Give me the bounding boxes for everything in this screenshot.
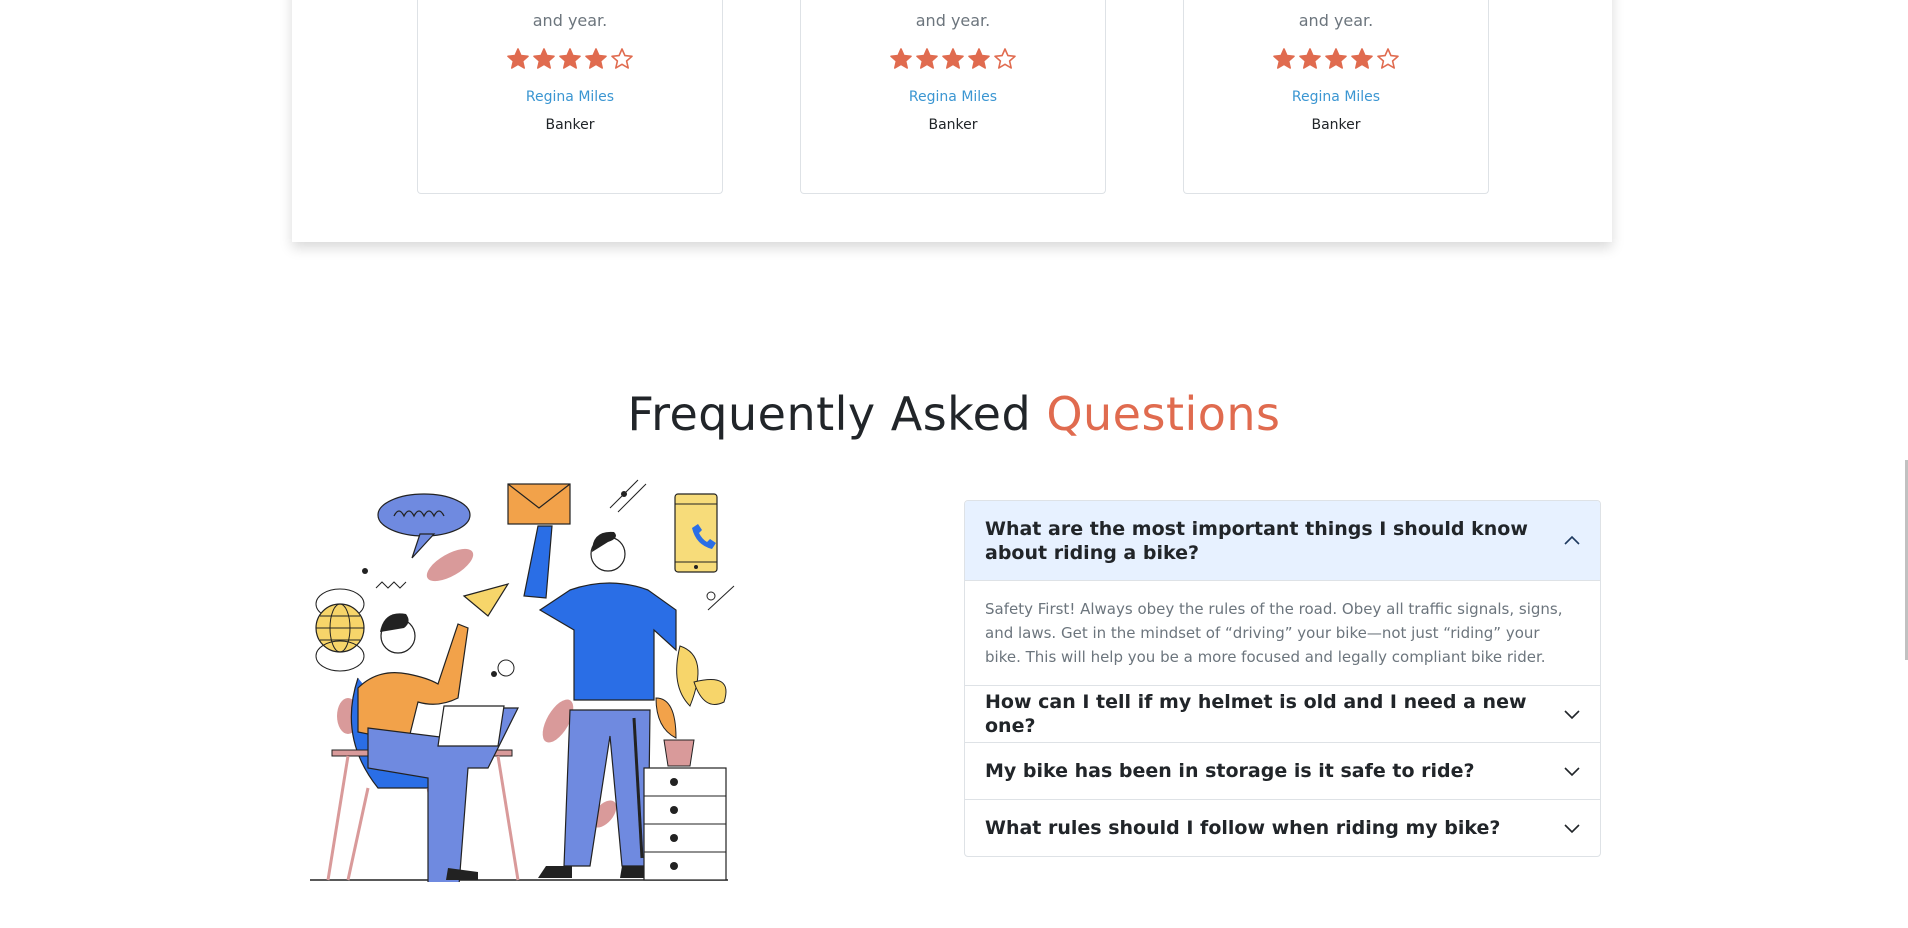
testimonial-author-role: Banker <box>1311 117 1361 133</box>
star-icon <box>1299 48 1321 69</box>
faq-question-text: What are the most important things I sho… <box>985 517 1528 564</box>
testimonial-text: and year. <box>1298 11 1374 30</box>
testimonial-text: and year. <box>915 11 991 30</box>
faq-heading: Frequently Asked Questions <box>0 384 1908 444</box>
star-icon <box>968 48 990 69</box>
faq-heading-accent: Questions <box>1046 387 1281 442</box>
star-icon <box>916 48 938 69</box>
faq-accordion: What are the most important things I sho… <box>964 500 1601 857</box>
testimonial-author-role: Banker <box>545 117 595 133</box>
testimonial-card: and year. Regina Miles Banker <box>800 0 1106 194</box>
faq-question-text: What rules should I follow when riding m… <box>985 817 1501 839</box>
star-icon <box>585 48 607 69</box>
faq-heading-main: Frequently Asked <box>627 387 1032 442</box>
star-icon <box>611 48 633 69</box>
chevron-down-icon <box>1564 767 1580 777</box>
testimonial-author-role: Banker <box>928 117 978 133</box>
star-icon <box>994 48 1016 69</box>
faq-question-button[interactable]: What rules should I follow when riding m… <box>965 800 1600 856</box>
star-icon <box>942 48 964 69</box>
star-rating <box>801 47 1105 73</box>
faq-item: What rules should I follow when riding m… <box>965 799 1600 856</box>
testimonials-section: and year. Regina Miles Banker and year. … <box>292 0 1612 242</box>
star-icon <box>1325 48 1347 69</box>
star-icon <box>1351 48 1373 69</box>
chevron-up-icon <box>1564 535 1580 545</box>
star-icon <box>1273 48 1295 69</box>
faq-question-text: How can I tell if my helmet is old and I… <box>985 691 1527 737</box>
star-icon <box>559 48 581 69</box>
faq-item: How can I tell if my helmet is old and I… <box>965 685 1600 742</box>
faq-question-button[interactable]: What are the most important things I sho… <box>965 501 1600 581</box>
faq-item: What are the most important things I sho… <box>965 501 1600 685</box>
faq-illustration <box>308 478 748 899</box>
testimonial-author-name[interactable]: Regina Miles <box>418 87 722 107</box>
star-icon <box>890 48 912 69</box>
star-rating <box>1184 47 1488 73</box>
faq-question-button[interactable]: My bike has been in storage is it safe t… <box>965 743 1600 799</box>
testimonial-card: and year. Regina Miles Banker <box>417 0 723 194</box>
chevron-down-icon <box>1564 710 1580 720</box>
testimonial-author-name[interactable]: Regina Miles <box>1184 87 1488 107</box>
star-icon <box>533 48 555 69</box>
star-icon <box>507 48 529 69</box>
star-rating <box>418 47 722 73</box>
testimonial-text: and year. <box>532 11 608 30</box>
testimonial-card: and year. Regina Miles Banker <box>1183 0 1489 194</box>
faq-question-text: My bike has been in storage is it safe t… <box>985 760 1475 782</box>
testimonial-author-name[interactable]: Regina Miles <box>801 87 1105 107</box>
faq-item: My bike has been in storage is it safe t… <box>965 742 1600 799</box>
faq-question-button[interactable]: How can I tell if my helmet is old and I… <box>965 686 1600 742</box>
chevron-down-icon <box>1564 824 1580 834</box>
star-icon <box>1377 48 1399 69</box>
faq-answer-text: Safety First! Always obey the rules of t… <box>985 600 1563 666</box>
